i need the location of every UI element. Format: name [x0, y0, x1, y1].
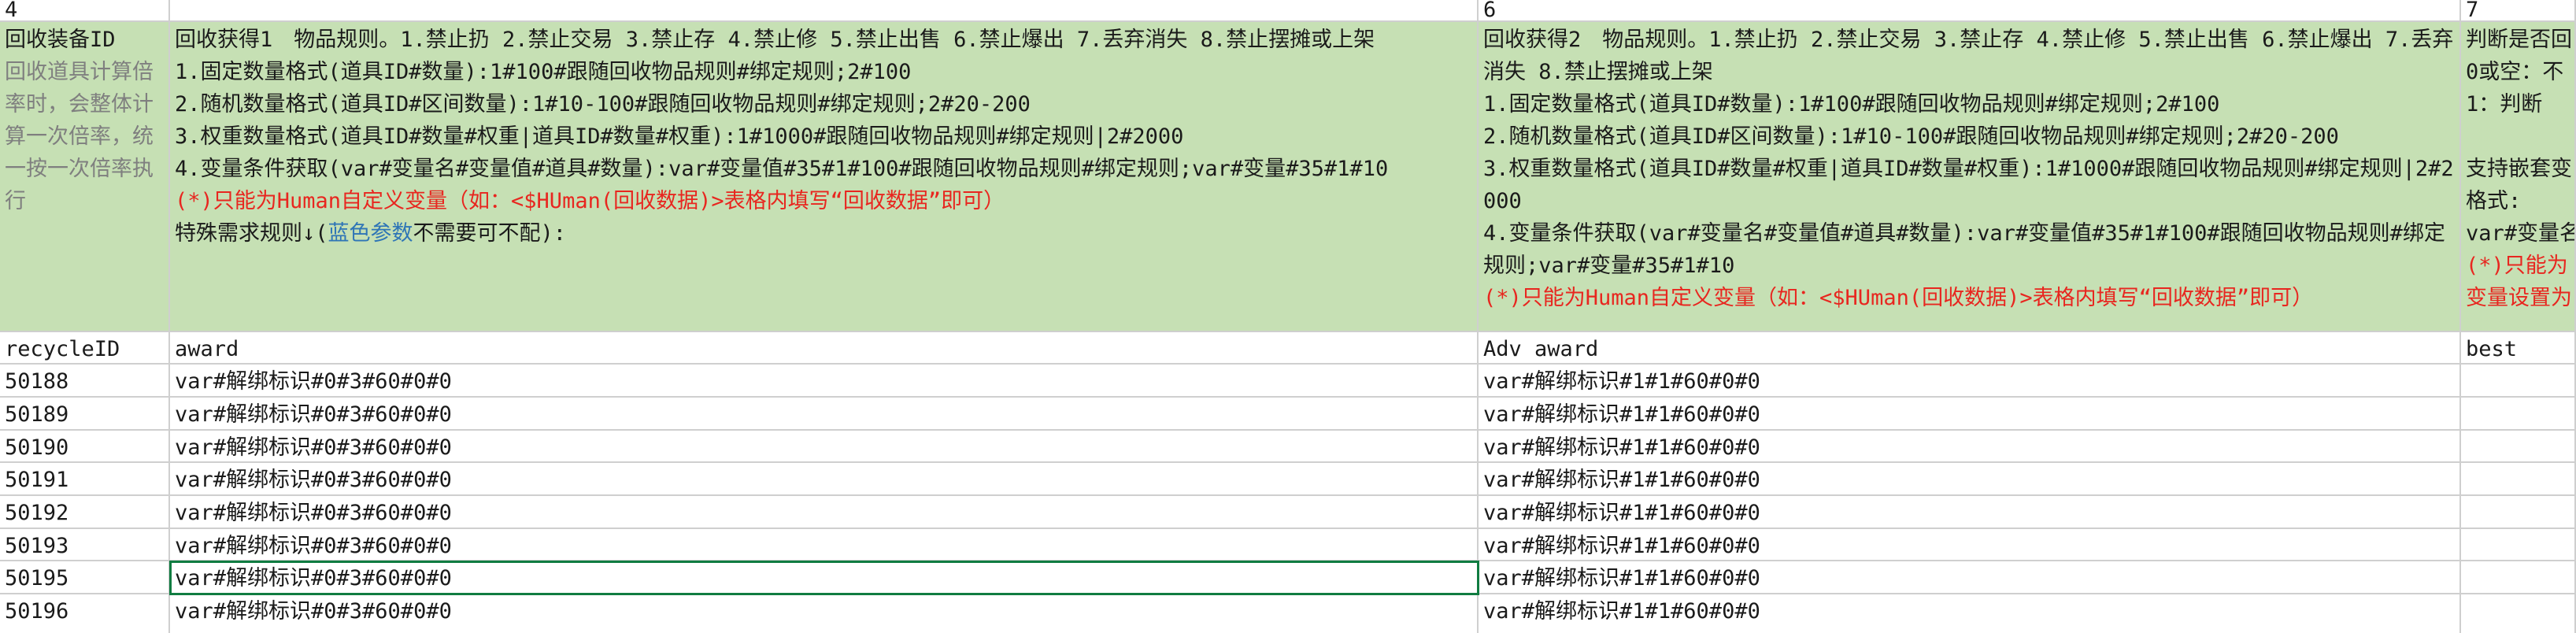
award-rule-warning: (*)只能为Human自定义变量（如：<$HUman(回收数据)>表格内填写“回… — [175, 189, 1005, 213]
adv-award-rule-line-1: 1.固定数量格式(道具ID#数量):1#100#跟随回收物品规则#绑定规则;2#… — [1483, 92, 2220, 117]
cell-col-number-4[interactable]: 4 — [0, 0, 170, 22]
table-row-award[interactable]: var#解绑标识#0#3#60#0#0 — [170, 594, 1479, 633]
best-rule-line-6: var#变量名 — [2466, 221, 2576, 246]
header-cell-award[interactable]: 回收获得1 物品规则。1.禁止扔 2.禁止交易 3.禁止存 4.禁止修 5.禁止… — [170, 22, 1479, 332]
table-row-award[interactable]: var#解绑标识#0#3#60#0#0 — [170, 398, 1479, 431]
table-row-award[interactable]: var#解绑标识#0#3#60#0#0 — [170, 529, 1479, 561]
best-rule-line-1: 0或空：不 — [2466, 60, 2564, 84]
table-row-adv-award[interactable]: var#解绑标识#1#1#60#0#0 — [1479, 561, 2461, 594]
best-rule-warning-0: (*)只能为 — [2466, 254, 2568, 278]
cell-col-number-6[interactable]: 6 — [1479, 0, 2461, 22]
best-rule-line-2: 1：判断 — [2466, 92, 2543, 117]
spreadsheet-grid: 4 6 7 回收装备ID 回收道具计算倍率时，会整体计算一次倍率，统一按一次倍率… — [0, 0, 2576, 633]
table-row-id[interactable]: 50193 — [0, 529, 170, 561]
award-rule-line-1: 1.固定数量格式(道具ID#数量):1#100#跟随回收物品规则#绑定规则;2#… — [175, 60, 912, 84]
field-name-adv-award[interactable]: Adv award — [1479, 332, 2461, 365]
award-special-blue-param: 蓝色参数 — [328, 221, 413, 246]
best-rule-warning-1: 变量设置为 — [2466, 286, 2572, 310]
table-row-adv-award[interactable]: var#解绑标识#1#1#60#0#0 — [1479, 496, 2461, 529]
table-row-adv-award[interactable]: var#解绑标识#1#1#60#0#0 — [1479, 594, 2461, 633]
table-row-award[interactable]: var#解绑标识#0#3#60#0#0 — [170, 496, 1479, 529]
award-rule-line-4: 4.变量条件获取(var#变量名#变量值#道具#数量):var#变量值#35#1… — [175, 157, 1389, 181]
field-name-award[interactable]: award — [170, 332, 1479, 365]
table-row-id[interactable]: 50196 — [0, 594, 170, 633]
award-rule-line-0: 回收获得1 物品规则。1.禁止扔 2.禁止交易 3.禁止存 4.禁止修 5.禁止… — [175, 28, 1375, 52]
header-title-recycle-id: 回收装备ID — [5, 28, 116, 52]
best-rule-line-3 — [2466, 120, 2570, 153]
table-row-id[interactable]: 50189 — [0, 398, 170, 431]
table-row-award[interactable]: var#解绑标识#0#3#60#0#0 — [170, 463, 1479, 496]
table-row-id[interactable]: 50190 — [0, 431, 170, 463]
table-row-best[interactable] — [2461, 496, 2576, 529]
cell-col-number-5[interactable] — [170, 0, 1479, 22]
award-special-rule: 特殊需求规则↓(蓝色参数不需要可不配): — [175, 217, 1472, 250]
award-rule-line-3: 3.权重数量格式(道具ID#数量#权重|道具ID#数量#权重):1#1000#跟… — [175, 124, 1184, 149]
table-row-id[interactable]: 50188 — [0, 365, 170, 398]
field-name-recycle-id[interactable]: recycleID — [0, 332, 170, 365]
award-special-text-b: 不需要可不配): — [413, 221, 567, 246]
table-row-adv-award[interactable]: var#解绑标识#1#1#60#0#0 — [1479, 365, 2461, 398]
table-row-award[interactable]: var#解绑标识#0#3#60#0#0 — [170, 365, 1479, 398]
table-row-adv-award[interactable]: var#解绑标识#1#1#60#0#0 — [1479, 529, 2461, 561]
adv-award-rule-line-4: 4.变量条件获取(var#变量名#变量值#道具#数量):var#变量值#35#1… — [1483, 221, 2445, 278]
adv-award-rule-warning: (*)只能为Human自定义变量（如：<$HUman(回收数据)>表格内填写“回… — [1483, 286, 2314, 310]
header-note-multiplier: 回收道具计算倍率时，会整体计算一次倍率，统一按一次倍率执行 — [5, 60, 154, 213]
adv-award-rule-line-0: 回收获得2 物品规则。1.禁止扔 2.禁止交易 3.禁止存 4.禁止修 5.禁止… — [1483, 28, 2454, 84]
selected-cell-award[interactable]: var#解绑标识#0#3#60#0#0 — [169, 561, 1479, 595]
award-special-text-a: 特殊需求规则↓( — [175, 221, 328, 246]
table-row-id[interactable]: 50195 — [0, 561, 170, 594]
best-rule-line-5: 格式: — [2466, 189, 2522, 213]
table-row-id[interactable]: 50192 — [0, 496, 170, 529]
header-cell-recycle-id[interactable]: 回收装备ID 回收道具计算倍率时，会整体计算一次倍率，统一按一次倍率执行 — [0, 22, 170, 332]
table-row-best[interactable] — [2461, 398, 2576, 431]
best-rule-line-0: 判断是否回 — [2466, 28, 2572, 52]
adv-award-rule-line-3: 3.权重数量格式(道具ID#数量#权重|道具ID#数量#权重):1#1000#跟… — [1483, 157, 2454, 213]
table-row-best[interactable] — [2461, 365, 2576, 398]
header-cell-best[interactable]: 判断是否回 0或空：不 1：判断 支持嵌套变 格式: var#变量名 (*)只能… — [2461, 22, 2576, 332]
field-name-best[interactable]: best — [2461, 332, 2576, 365]
table-row-best[interactable] — [2461, 529, 2576, 561]
table-row-adv-award[interactable]: var#解绑标识#1#1#60#0#0 — [1479, 431, 2461, 463]
best-rule-line-4: 支持嵌套变 — [2466, 157, 2572, 181]
table-row-adv-award[interactable]: var#解绑标识#1#1#60#0#0 — [1479, 463, 2461, 496]
table-row-best[interactable] — [2461, 463, 2576, 496]
award-rule-line-2: 2.随机数量格式(道具ID#区间数量):1#10-100#跟随回收物品规则#绑定… — [175, 92, 1031, 117]
header-cell-adv-award[interactable]: 回收获得2 物品规则。1.禁止扔 2.禁止交易 3.禁止存 4.禁止修 5.禁止… — [1479, 22, 2461, 332]
table-row-best[interactable] — [2461, 561, 2576, 594]
table-row-adv-award[interactable]: var#解绑标识#1#1#60#0#0 — [1479, 398, 2461, 431]
table-row-id[interactable]: 50191 — [0, 463, 170, 496]
adv-award-rule-line-2: 2.随机数量格式(道具ID#区间数量):1#10-100#跟随回收物品规则#绑定… — [1483, 124, 2339, 149]
table-row-award[interactable]: var#解绑标识#0#3#60#0#0 — [170, 431, 1479, 463]
table-row-best[interactable] — [2461, 431, 2576, 463]
table-row-best[interactable] — [2461, 594, 2576, 633]
cell-col-number-7[interactable]: 7 — [2461, 0, 2576, 22]
